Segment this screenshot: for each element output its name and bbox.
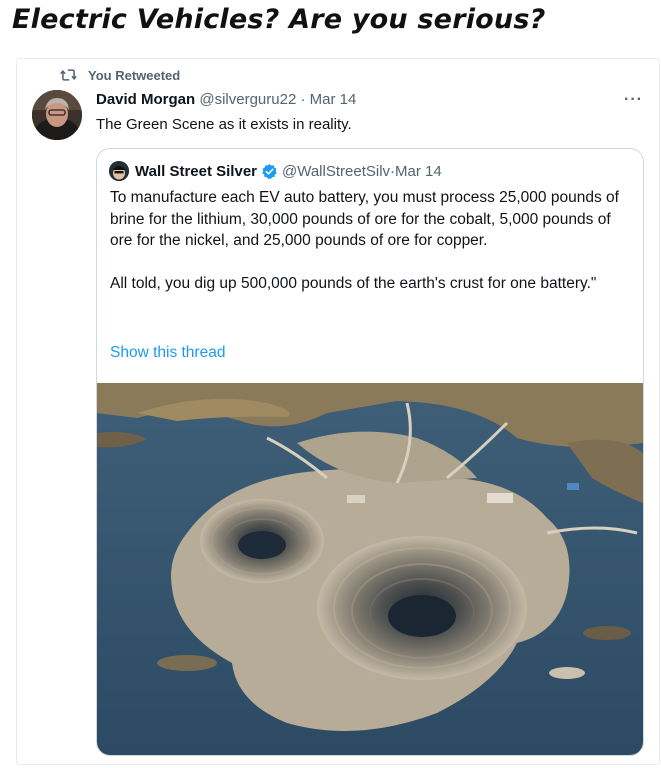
quoted-paragraph-2: All told, you dig up 500,000 pounds of t… [110,275,597,292]
author-name[interactable]: David Morgan [96,91,195,108]
tweet-date[interactable]: Mar 14 [310,91,357,108]
quoted-author-name: Wall Street Silver [135,162,257,180]
quoted-tweet[interactable]: Wall Street Silver @WallStreetSilv · Mar… [96,148,644,756]
retweet-notice: You Retweeted [60,66,180,84]
separator-dot: · [296,91,310,108]
show-thread-link[interactable]: Show this thread [110,344,225,362]
retweet-icon [60,69,77,81]
verified-badge-icon [262,163,277,179]
mine-photo[interactable] [97,383,643,755]
quoted-tweet-header: Wall Street Silver @WallStreetSilv · Mar… [109,161,442,181]
tweet-text: The Green Scene as it exists in reality. [96,116,352,133]
page-headline: Electric Vehicles? Are you serious? [12,4,546,35]
tweet-header: David Morgan @silverguru22 · Mar 14 [96,91,356,108]
retweet-label: You Retweeted [88,67,181,83]
quoted-avatar-image [109,161,129,181]
quoted-author-handle: @WallStreetSilv [282,162,391,180]
quoted-avatar [109,161,129,181]
quoted-tweet-date: Mar 14 [395,162,442,180]
more-horizontal-icon[interactable]: ··· [624,91,643,109]
avatar-image [32,90,82,140]
avatar[interactable] [32,90,82,140]
quoted-tweet-body: To manufacture each EV auto battery, you… [110,187,630,295]
quoted-paragraph-1: To manufacture each EV auto battery, you… [110,189,619,249]
author-handle[interactable]: @silverguru22 [199,91,296,108]
